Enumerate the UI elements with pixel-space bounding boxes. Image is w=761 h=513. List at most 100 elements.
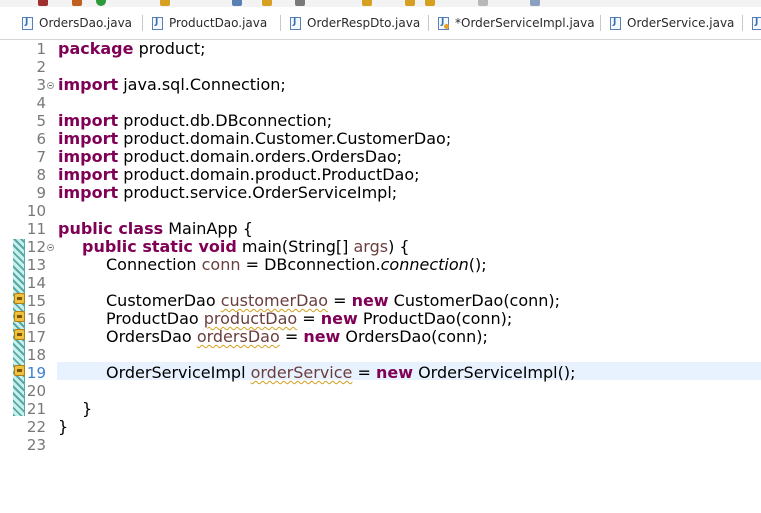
code-line: import product.domain.orders.OrdersDao; [58, 148, 402, 166]
static-method-call: connection [380, 255, 469, 274]
keyword: import [58, 165, 119, 184]
unused-variable-warning[interactable]: customerDao [221, 291, 328, 310]
save-icon[interactable] [38, 0, 48, 6]
unused-variable-warning[interactable]: ordersDao [197, 327, 280, 346]
unused-variable-warning[interactable]: productDao [204, 309, 297, 328]
code-line: import product.db.DBconnection; [58, 112, 332, 130]
line-number: 14 [26, 274, 46, 292]
warning-marker-icon[interactable] [14, 293, 25, 304]
code-line-current: OrderServiceImpl orderService = new Orde… [106, 364, 575, 382]
tab-label: *OrderServiceImpl.java [455, 16, 595, 30]
line-number: 8 [36, 166, 46, 184]
keyword: package [58, 39, 134, 58]
toggle-mark-icon[interactable] [295, 0, 305, 6]
code-text: (); [468, 255, 487, 274]
code-line: Connection conn = DBconnection.connectio… [106, 256, 487, 274]
code-line: ProductDao productDao = new ProductDao(c… [106, 310, 512, 328]
code-line: import java.sql.Connection; [58, 76, 286, 94]
java-file-icon [22, 16, 33, 30]
tab-divider [600, 15, 601, 31]
line-number: 20 [26, 382, 46, 400]
new-package-icon[interactable] [160, 0, 170, 6]
tab-label: ProductDao.java [169, 16, 268, 30]
tab-ordersdao[interactable]: OrdersDao.java [22, 7, 132, 39]
line-number: 17 [26, 328, 46, 346]
tab-divider [142, 15, 143, 31]
code-text: = [327, 291, 352, 310]
java-file-icon [290, 16, 301, 30]
next-annotation-icon[interactable] [362, 0, 372, 6]
code-text: java.sql.Connection; [118, 75, 286, 94]
tab-productdao[interactable]: ProductDao.java [152, 7, 267, 39]
line-number: 3 [36, 76, 46, 94]
line-number: 10 [26, 202, 46, 220]
tab-label: OrdersDao.java [39, 16, 133, 30]
warning-marker-icon[interactable] [14, 311, 25, 322]
keyword: public static void [82, 237, 237, 256]
parameter: args [353, 237, 389, 256]
code-text: = [352, 363, 376, 382]
code-text: product; [133, 39, 206, 58]
local-variable: conn [201, 255, 241, 274]
keyword: new [351, 291, 389, 310]
java-file-icon [152, 16, 163, 30]
line-number: 5 [36, 112, 46, 130]
toolbar-strip [0, 0, 761, 7]
keyword: import [58, 111, 119, 130]
java-file-modified-icon [438, 16, 449, 30]
code-text: OrdersDao [106, 327, 197, 346]
tab-orderrespdto[interactable]: OrderRespDto.java [290, 7, 420, 39]
fold-collapse-icon[interactable] [47, 82, 54, 89]
keyword: public class [58, 219, 164, 238]
tab-orderserviceimpl[interactable]: *OrderServiceImpl.java [438, 7, 595, 39]
tab-label: OrderService.java [627, 16, 735, 30]
keyword: import [58, 75, 119, 94]
open-type-icon[interactable] [262, 0, 272, 6]
keyword: new [320, 309, 358, 328]
java-editor[interactable]: 1 2 3 4 5 6 7 8 9 10 11 12 13 14 15 16 1… [0, 40, 761, 513]
tab-overflow[interactable] [752, 7, 761, 39]
code-text: product.domain.orders.OrdersDao; [118, 147, 403, 166]
code-text: ProductDao [106, 309, 204, 328]
keyword: new [375, 363, 413, 382]
line-number: 18 [26, 346, 46, 364]
nav-back-icon[interactable] [478, 0, 488, 6]
fold-collapse-icon[interactable] [47, 244, 54, 251]
tab-orderservice[interactable]: OrderService.java [610, 7, 734, 39]
code-line: import product.domain.product.ProductDao… [58, 166, 420, 184]
tab-label: OrderRespDto.java [307, 16, 421, 30]
code-text: product.domain.Customer.CustomerDao; [118, 129, 452, 148]
code-text: OrdersDao(conn); [340, 327, 488, 346]
unused-variable-warning[interactable]: orderService [251, 363, 353, 382]
editor-tab-bar: OrdersDao.java ProductDao.java OrderResp… [0, 7, 761, 40]
code-text: CustomerDao [106, 291, 221, 310]
keyword: import [58, 147, 119, 166]
forward-icon[interactable] [425, 0, 435, 6]
warning-marker-icon[interactable] [14, 365, 25, 376]
warning-marker-icon[interactable] [14, 329, 25, 340]
code-line: import product.service.OrderServiceImpl; [58, 184, 397, 202]
pin-editor-icon[interactable] [530, 0, 540, 6]
debug-icon[interactable] [72, 0, 82, 6]
code-text: product.service.OrderServiceImpl; [118, 183, 398, 202]
code-line: } [82, 400, 92, 418]
line-number: 12 [26, 238, 46, 256]
search-icon[interactable] [232, 0, 242, 6]
code-text: OrderServiceImpl(); [413, 363, 576, 382]
code-text: ) { [388, 237, 410, 256]
code-text: = DBconnection. [240, 255, 381, 274]
line-number: 1 [36, 40, 46, 58]
code-text: product.domain.product.ProductDao; [118, 165, 420, 184]
run-icon[interactable] [96, 0, 106, 6]
keyword: new [303, 327, 341, 346]
line-number: 11 [26, 220, 46, 238]
keyword: import [58, 183, 119, 202]
code-text: CustomerDao(conn); [388, 291, 561, 310]
code-text: = [297, 309, 321, 328]
code-text: MainApp { [163, 219, 253, 238]
back-icon[interactable] [405, 0, 415, 6]
code-text: } [82, 399, 93, 418]
code-line: public class MainApp { [58, 220, 253, 238]
line-number: 15 [26, 292, 46, 310]
keyword: import [58, 129, 119, 148]
